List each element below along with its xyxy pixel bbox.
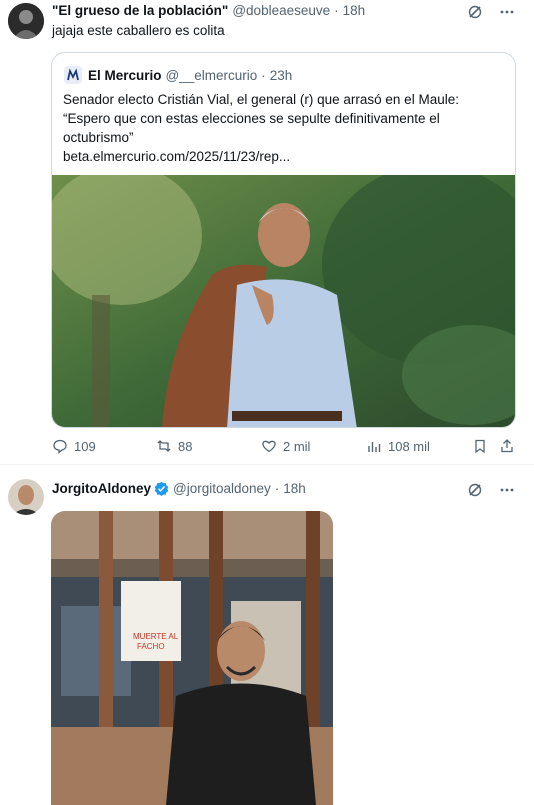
retweet-count: 88	[178, 438, 193, 454]
tweet-photo[interactable]: MUERTE AL FACHO	[51, 511, 333, 805]
quote-text: Senador electo Cristián Vial, el general…	[63, 90, 503, 166]
author-handle[interactable]: @dobleaeseuve	[232, 3, 330, 18]
separator-dot: ·	[274, 481, 280, 496]
author-name[interactable]: JorgitoAldoney	[52, 481, 151, 496]
quote-text-line1: Senador electo Cristián Vial, el general…	[63, 92, 459, 107]
avatar[interactable]	[8, 479, 44, 515]
tweet-top-actions	[466, 3, 516, 21]
like-button[interactable]: 2 mil	[261, 438, 310, 454]
quoted-tweet[interactable]: El Mercurio @__elmercurio · 23h Senador …	[51, 52, 516, 428]
tweet-header: "El grueso de la población" @dobleaeseuv…	[52, 3, 365, 18]
quote-link[interactable]: beta.elmercurio.com/2025/11/23/rep...	[63, 147, 503, 166]
share-button[interactable]	[499, 438, 521, 454]
tweet-actions: 109 88 2 mil 108 mil	[52, 438, 518, 458]
timestamp[interactable]: 18h	[283, 481, 306, 496]
author-handle[interactable]: @jorgitoaldoney	[173, 481, 271, 496]
reply-count: 109	[74, 438, 96, 454]
svg-text:MUERTE AL: MUERTE AL	[133, 632, 179, 641]
like-count: 2 mil	[283, 438, 311, 454]
tweet-text: jajaja este caballero es colita	[52, 23, 225, 38]
avatar[interactable]	[8, 3, 44, 39]
views-count: 108 mil	[388, 438, 430, 454]
retweet-icon	[157, 440, 171, 452]
quote-photo[interactable]	[52, 175, 515, 427]
el-mercurio-logo	[64, 66, 82, 84]
bookmark-button[interactable]	[472, 438, 494, 454]
tweet-top-actions	[466, 481, 516, 499]
separator-dot: ·	[261, 67, 266, 83]
reply-icon	[53, 439, 67, 454]
retweet-button[interactable]: 88	[156, 438, 192, 454]
more-icon[interactable]	[498, 481, 516, 499]
grok-icon[interactable]	[466, 481, 484, 499]
views-icon	[368, 442, 381, 452]
quote-text-line2: “Espero que con estas elecciones se sepu…	[63, 111, 440, 145]
separator-dot: ·	[334, 3, 339, 18]
tweet-1[interactable]: "El grueso de la población" @dobleaeseuv…	[0, 0, 534, 465]
svg-text:FACHO: FACHO	[137, 642, 165, 651]
share-icon	[501, 439, 513, 453]
more-icon[interactable]	[498, 3, 516, 21]
author-name[interactable]: "El grueso de la población"	[52, 3, 228, 18]
quote-handle[interactable]: @__elmercurio	[166, 68, 258, 83]
grok-icon[interactable]	[466, 3, 484, 21]
quote-timestamp[interactable]: 23h	[270, 68, 293, 83]
tweet-header: JorgitoAldoney @jorgitoaldoney · 18h	[52, 481, 306, 496]
views-button[interactable]: 108 mil	[366, 438, 430, 454]
like-icon	[262, 440, 276, 453]
verified-icon	[154, 481, 169, 496]
reply-button[interactable]: 109	[52, 438, 96, 454]
quote-header: El Mercurio @__elmercurio · 23h	[64, 66, 292, 84]
timestamp[interactable]: 18h	[343, 3, 366, 18]
quote-author[interactable]: El Mercurio	[88, 68, 162, 83]
bookmark-icon	[475, 439, 485, 454]
